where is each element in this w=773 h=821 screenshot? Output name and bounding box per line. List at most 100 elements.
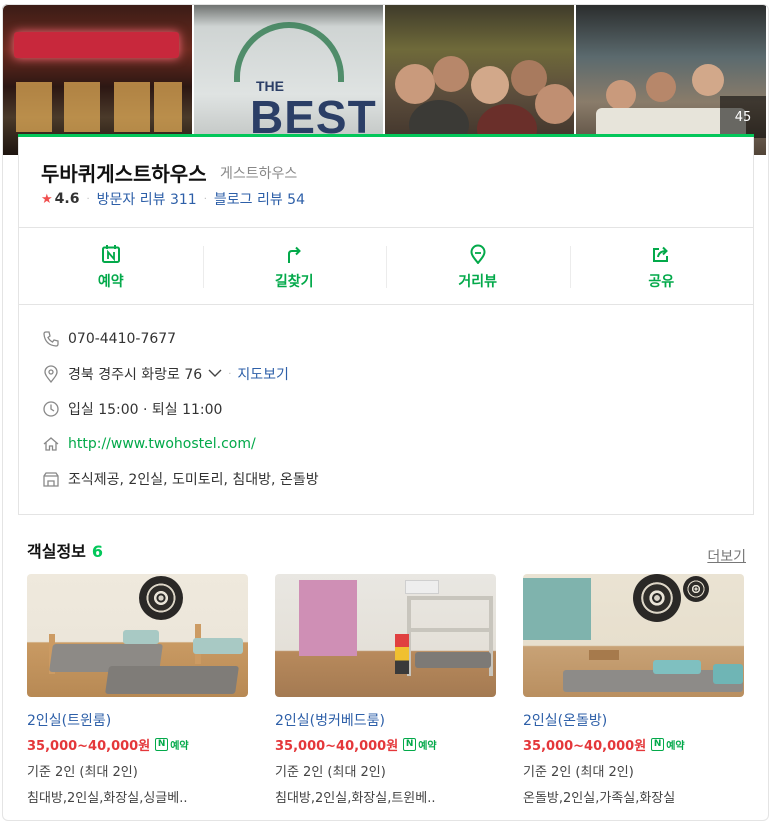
room-capacity: 기준 2인 (최대 2인) xyxy=(27,765,138,780)
room-price: 35,000~40,000원 xyxy=(523,738,647,754)
room-price-row: 35,000~40,000원 N 예약 xyxy=(275,735,496,754)
room-photo[interactable] xyxy=(275,574,496,697)
phone-number[interactable]: 070-4410-7677 xyxy=(68,331,176,347)
place-header: 두바퀴게스트하우스 게스트하우스 ★ 4.6 · 방문자 리뷰 311 · 블로… xyxy=(18,137,754,227)
separator-dot: · xyxy=(203,193,207,205)
rooms-heading: 객실정보 6 xyxy=(27,538,103,562)
crowd-graphic xyxy=(606,80,636,110)
room-name[interactable]: 2인실(온돌방) xyxy=(523,710,744,730)
rooms-heading-text: 객실정보 xyxy=(27,542,86,561)
bed-graphic xyxy=(105,666,239,694)
bed-graphic xyxy=(415,652,491,668)
room-price-row: 35,000~40,000원 N 예약 xyxy=(523,735,744,754)
window-graphic xyxy=(64,82,100,132)
building-icon xyxy=(41,469,61,489)
booking-badge[interactable]: N 예약 xyxy=(403,737,437,752)
action-bar: 예약 길찾기 거리뷰 공유 xyxy=(18,227,754,305)
photo-lounge[interactable]: 45 xyxy=(576,4,766,155)
home-icon xyxy=(41,434,61,454)
crowd-graphic xyxy=(433,56,469,92)
address-row: 경북 경주시 화랑로 76 · 지도보기 xyxy=(41,363,289,385)
crowd-graphic xyxy=(646,72,676,102)
share-button[interactable]: 공유 xyxy=(569,228,754,304)
room-photo[interactable] xyxy=(27,574,248,697)
directions-button[interactable]: 길찾기 xyxy=(202,228,387,304)
air-conditioner-graphic xyxy=(405,580,439,594)
room-card-ondol[interactable]: 2인실(온돌방) 35,000~40,000원 N 예약 기준 2인 (최대 2인… xyxy=(523,574,744,805)
room-card-twin[interactable]: 2인실(트윈룸) 35,000~40,000원 N 예약 기준 2인 (최대 2인… xyxy=(27,574,248,805)
blog-reviews-link[interactable]: 블로그 리뷰 54 xyxy=(214,189,305,209)
wall-fan-graphic xyxy=(633,574,681,622)
room-price: 35,000~40,000원 xyxy=(27,738,151,754)
place-category: 게스트하우스 xyxy=(220,166,298,182)
curtain-graphic xyxy=(523,578,591,640)
rooms-count: 6 xyxy=(91,542,104,561)
website-link[interactable]: http://www.twohostel.com/ xyxy=(68,436,256,452)
booking-badge-label: 예약 xyxy=(418,740,437,752)
street-view-icon xyxy=(466,242,490,266)
clock-icon xyxy=(41,399,61,419)
chevron-down-icon[interactable] xyxy=(208,366,222,382)
naver-booking-icon: N xyxy=(403,737,417,751)
bunk-bed-graphic xyxy=(409,628,493,632)
map-link[interactable]: 지도보기 xyxy=(237,364,289,384)
crowd-graphic xyxy=(395,64,435,104)
award-logo-graphic xyxy=(234,22,344,82)
photo-party[interactable] xyxy=(385,4,574,155)
amenities-row: 조식제공, 2인실, 도미토리, 침대방, 온돌방 xyxy=(41,468,319,490)
booking-button[interactable]: 예약 xyxy=(19,228,203,304)
room-tags: 침대방,2인실,화장실,싱글베.. xyxy=(27,791,188,805)
visitor-reviews-link[interactable]: 방문자 리뷰 311 xyxy=(97,189,197,209)
share-icon xyxy=(649,242,673,266)
checkin-hours: 입실 15:00 · 퇴실 11:00 xyxy=(68,402,223,418)
photo-award-sign[interactable]: THE BEST xyxy=(194,4,383,155)
directions-icon xyxy=(282,242,306,266)
photo-storefront[interactable] xyxy=(2,4,192,155)
share-label: 공유 xyxy=(648,273,675,290)
pillow-graphic xyxy=(123,630,159,644)
location-pin-icon xyxy=(41,364,61,384)
pillow-graphic xyxy=(193,638,243,654)
window-graphic xyxy=(16,82,52,132)
directions-label: 길찾기 xyxy=(274,273,314,290)
room-tags: 온돌방,2인실,가족실,화장실 xyxy=(523,791,676,805)
rooms-more-link[interactable]: 더보기 xyxy=(707,546,746,566)
room-name[interactable]: 2인실(벙커베드룸) xyxy=(275,710,496,730)
crowd-graphic xyxy=(692,64,724,96)
address-text: 경북 경주시 화랑로 76 xyxy=(68,367,203,383)
street-view-label: 거리뷰 xyxy=(458,273,498,290)
place-name: 두바퀴게스트하우스 xyxy=(41,162,207,186)
amenities-text: 조식제공, 2인실, 도미토리, 침대방, 온돌방 xyxy=(68,472,319,488)
booking-badge[interactable]: N 예약 xyxy=(651,737,685,752)
separator-dot: · xyxy=(86,193,90,205)
room-name[interactable]: 2인실(트윈룸) xyxy=(27,710,248,730)
curtain-graphic xyxy=(299,580,357,656)
naver-booking-icon: N xyxy=(651,737,665,751)
room-tags: 침대방,2인실,화장실,트윈베.. xyxy=(275,791,436,805)
pillow-graphic xyxy=(713,664,743,684)
hours-row: 입실 15:00 · 퇴실 11:00 xyxy=(41,398,222,420)
rating-score: 4.6 xyxy=(54,191,80,207)
place-info: 070-4410-7677 경북 경주시 화랑로 76 · 지도보기 입실 15… xyxy=(18,305,754,515)
street-view-button[interactable]: 거리뷰 xyxy=(386,228,570,304)
crowd-graphic xyxy=(535,84,574,124)
window-graphic xyxy=(114,82,150,132)
wall-fan-graphic xyxy=(683,576,709,602)
room-price: 35,000~40,000원 xyxy=(275,738,399,754)
storefront-sign-graphic xyxy=(14,32,179,58)
wall-fan-graphic xyxy=(139,576,183,620)
photo-gallery[interactable]: THE BEST 45 xyxy=(2,4,768,155)
phone-icon xyxy=(41,329,61,349)
booking-badge[interactable]: N 예약 xyxy=(155,737,189,752)
room-photo[interactable] xyxy=(523,574,744,697)
rating-row: ★ 4.6 · 방문자 리뷰 311 · 블로그 리뷰 54 xyxy=(41,189,305,209)
pillow-graphic xyxy=(653,660,701,674)
website-row: http://www.twohostel.com/ xyxy=(41,433,256,455)
room-capacity: 기준 2인 (최대 2인) xyxy=(275,765,386,780)
photo-count-badge[interactable]: 45 xyxy=(720,96,766,138)
crowd-graphic xyxy=(471,66,509,104)
shelf-graphic xyxy=(395,634,409,674)
place-card: THE BEST 45 두바퀴게스트하우스 게스트하우스 ★ 4.6 · 방문자… xyxy=(0,0,773,821)
room-card-bunk[interactable]: 2인실(벙커베드룸) 35,000~40,000원 N 예약 기준 2인 (최대 … xyxy=(275,574,496,805)
booking-badge-label: 예약 xyxy=(170,740,189,752)
